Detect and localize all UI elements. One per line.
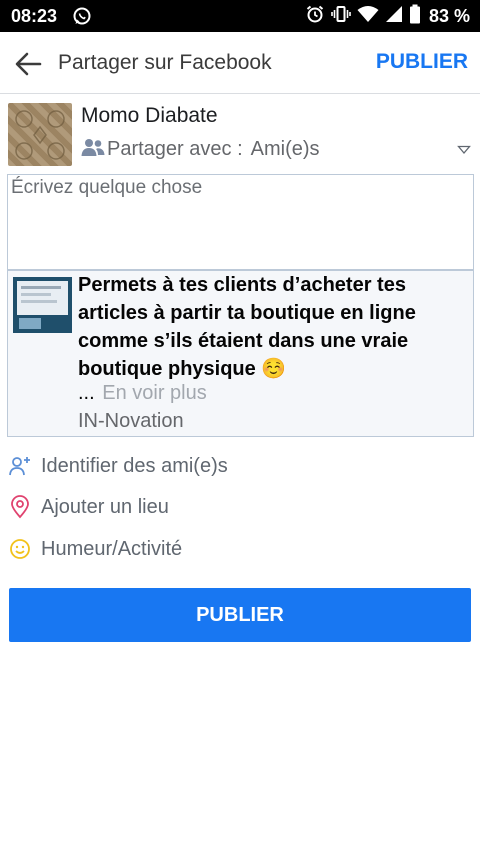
- app-bar: Partager sur Facebook PUBLIER: [0, 32, 480, 94]
- link-preview-ellipsis: ...: [78, 382, 95, 404]
- tag-friends-label: Identifier des ami(e)s: [41, 454, 228, 477]
- link-preview-thumbnail: [13, 277, 72, 333]
- see-more-link[interactable]: En voir plus: [102, 382, 207, 404]
- status-bar: 08:23 83 %: [0, 0, 480, 32]
- vibrate-icon: [331, 4, 351, 29]
- tag-friends-icon: [8, 454, 32, 478]
- audience-label: Partager avec :: [107, 137, 243, 160]
- alarm-icon: [305, 4, 325, 29]
- audience-selector[interactable]: Partager avec : Ami(e)s: [81, 136, 473, 162]
- avatar: [8, 103, 72, 166]
- battery-icon: [409, 4, 421, 29]
- link-preview-card[interactable]: Permets à tes clients d’acheter tes arti…: [7, 270, 474, 437]
- location-pin-icon: [8, 495, 32, 519]
- publish-button[interactable]: PUBLIER: [9, 588, 471, 642]
- wifi-icon: [357, 5, 379, 28]
- audience-value: Ami(e)s: [250, 137, 320, 160]
- whatsapp-icon: [72, 6, 92, 31]
- feeling-activity-label: Humeur/Activité: [41, 537, 183, 560]
- feeling-activity-button[interactable]: Humeur/Activité: [8, 532, 468, 566]
- page-title: Partager sur Facebook: [58, 51, 272, 74]
- battery-percent: 83 %: [428, 5, 470, 26]
- chevron-down-icon: [457, 142, 471, 160]
- add-location-button[interactable]: Ajouter un lieu: [8, 490, 468, 524]
- link-preview-more: ... En voir plus: [78, 382, 207, 405]
- tag-friends-button[interactable]: Identifier des ami(e)s: [8, 449, 468, 483]
- post-text-input[interactable]: Écrivez quelque chose: [7, 174, 474, 270]
- status-time: 08:23: [11, 6, 58, 26]
- friends-icon: [81, 137, 105, 162]
- smiley-icon: [8, 537, 32, 561]
- add-location-label: Ajouter un lieu: [41, 495, 169, 518]
- user-name: Momo Diabate: [81, 104, 218, 127]
- post-text-placeholder: Écrivez quelque chose: [11, 177, 203, 198]
- back-arrow-icon[interactable]: [14, 50, 42, 78]
- signal-icon: [385, 5, 403, 28]
- link-preview-title: Permets à tes clients d’acheter tes arti…: [78, 274, 416, 380]
- status-icons: 83 %: [305, 0, 470, 32]
- publish-button-top[interactable]: PUBLIER: [376, 50, 468, 74]
- link-preview-source: IN-Novation: [78, 410, 184, 432]
